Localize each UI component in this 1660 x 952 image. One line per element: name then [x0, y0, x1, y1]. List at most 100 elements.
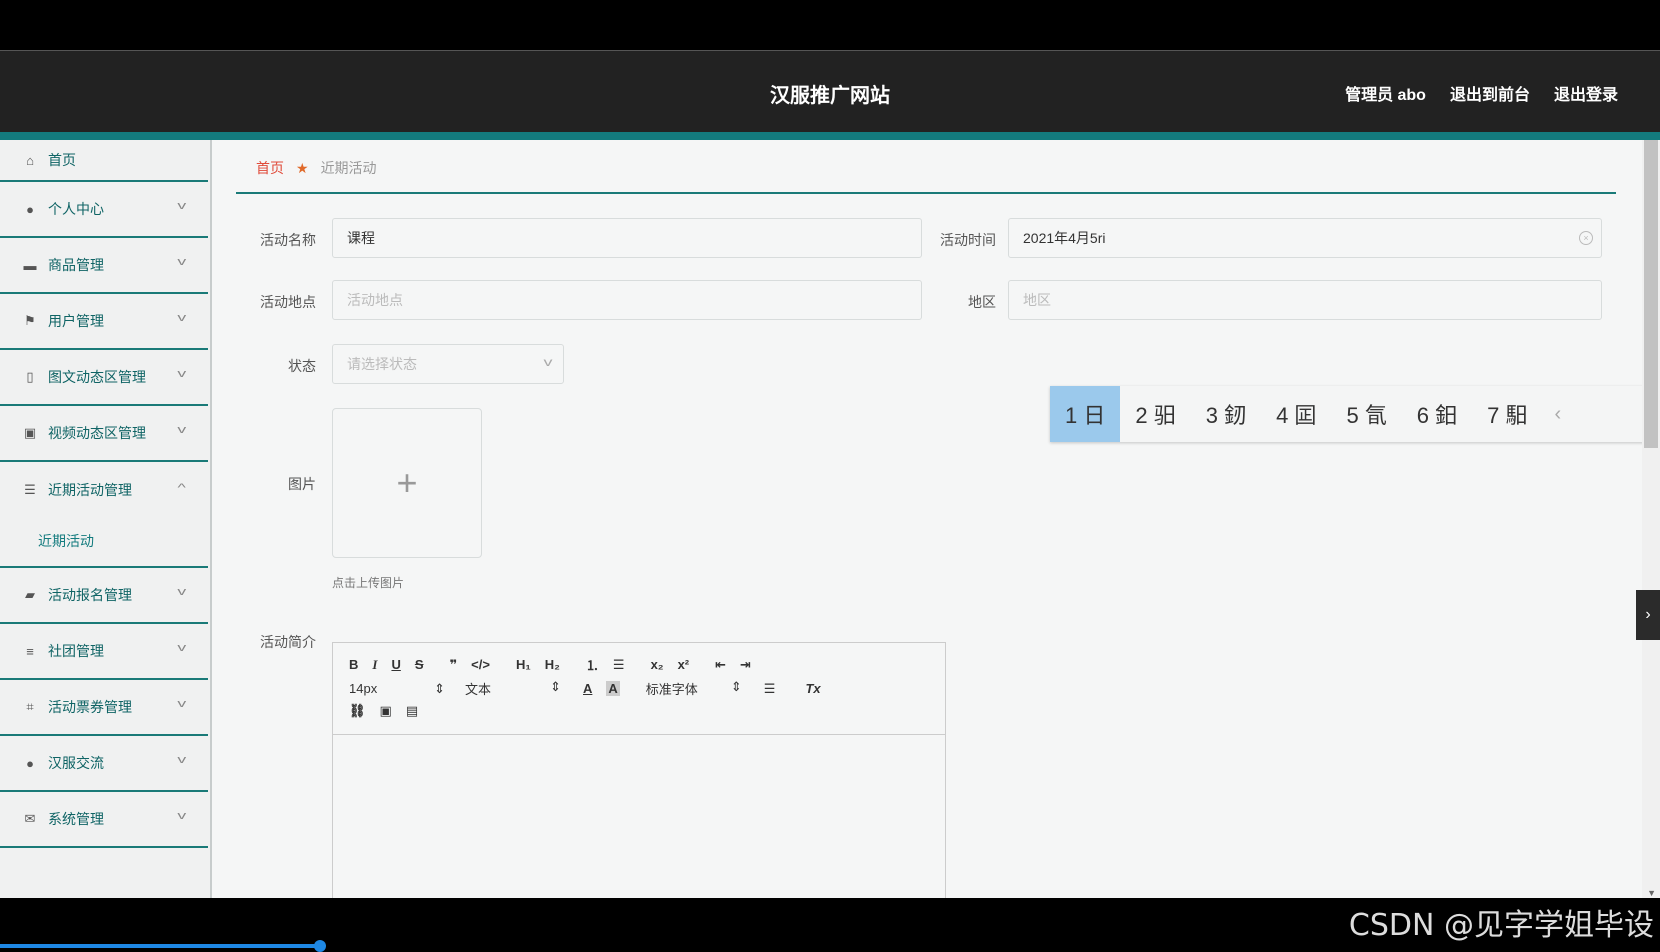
sidebar-item-label: 活动报名管理 — [48, 587, 132, 603]
rich-text-editor: B I U S ❞ </> H₁ H₂ ⒈ ☰ x₂ x² ⇤ ⇥ 14px ⇕… — [332, 642, 946, 898]
sidebar-item-label: 图文动态区管理 — [48, 369, 146, 385]
image-icon: ▯ — [26, 369, 34, 384]
page-scrollbar[interactable]: ▼ — [1642, 140, 1660, 898]
breadcrumb-current: 近期活动 — [320, 160, 377, 176]
chevron-down-icon: v — [176, 810, 186, 822]
activity-place-input[interactable]: 活动地点 — [332, 280, 922, 320]
accent-strip — [0, 132, 1660, 140]
italic-icon[interactable]: I — [372, 657, 377, 673]
toolbar-row-1: B I U S ❞ </> H₁ H₂ ⒈ ☰ x₂ x² ⇤ ⇥ — [349, 655, 765, 674]
logout-link[interactable]: 退出登录 — [1554, 81, 1618, 105]
scroll-down-icon[interactable]: ▼ — [1647, 888, 1656, 898]
plus-icon: + — [396, 462, 418, 503]
align-icon[interactable]: ☰ — [764, 681, 776, 697]
sidebar-item-goods[interactable]: ▬ 商品管理 v — [0, 238, 208, 294]
video-progress-bar[interactable] — [0, 944, 320, 948]
ime-candidate[interactable]: 5 氜 — [1331, 386, 1401, 442]
upload-tip: 点击上传图片 — [332, 576, 405, 590]
ime-candidate[interactable]: 3 釰 — [1191, 386, 1261, 442]
subscript-icon[interactable]: x₂ — [651, 657, 664, 672]
breadcrumb-home[interactable]: 首页 — [256, 158, 284, 178]
sidebar-item-activities[interactable]: ☰ 近期活动管理 ^ — [0, 462, 208, 518]
sidebar-item-image-posts[interactable]: ▯ 图文动态区管理 v — [0, 350, 208, 406]
status-select[interactable]: 请选择状态 v — [332, 344, 564, 384]
activity-time-input[interactable]: 2021年4月5ri × — [1008, 218, 1602, 258]
star-icon: ★ — [296, 159, 309, 176]
top-header: 汉服推广网站 管理员 abo 退出到前台 退出登录 — [0, 50, 1660, 132]
sidebar: ⌂ 首页 ● 个人中心 v ▬ 商品管理 v ⚑ 用户管理 v ▯ 图文动态区管… — [0, 140, 212, 898]
sidebar-item-label: 汉服交流 — [48, 755, 104, 771]
ime-candidate[interactable]: 1 日 — [1050, 386, 1121, 442]
sidebar-item-video-posts[interactable]: ▣ 视频动态区管理 v — [0, 406, 208, 462]
sidebar-item-label: 用户管理 — [48, 313, 104, 329]
sidebar-item-clubs[interactable]: ≡ 社团管理 v — [0, 624, 208, 680]
ime-candidate[interactable]: 7 馹 — [1472, 386, 1542, 442]
chevron-down-icon: v — [543, 355, 553, 369]
image-insert-icon[interactable]: ▣ — [380, 703, 392, 719]
screen-frame: 汉服推广网站 管理员 abo 退出到前台 退出登录 ⌂ 首页 ● 个人中心 v … — [0, 0, 1660, 952]
underline-icon[interactable]: U — [391, 657, 400, 672]
superscript-icon[interactable]: x² — [678, 657, 690, 672]
chevron-down-icon: v — [176, 312, 186, 324]
block-type-select[interactable]: 文本 ⇕ — [465, 679, 561, 698]
content-area: ⌂ 首页 ● 个人中心 v ▬ 商品管理 v ⚑ 用户管理 v ▯ 图文动态区管… — [0, 140, 1660, 898]
breadcrumb: 首页 ★ 近期活动 — [256, 158, 377, 178]
font-family-select[interactable]: 标准字体 ⇕ — [646, 679, 742, 698]
chat-icon: ▰ — [25, 587, 35, 602]
sidebar-item-label: 近期活动管理 — [48, 482, 132, 498]
sidebar-subitem-recent-activities[interactable]: 近期活动 — [0, 516, 208, 568]
font-color-icon[interactable]: A — [583, 681, 592, 696]
ordered-list-icon[interactable]: ⒈ — [586, 655, 599, 674]
bold-icon[interactable]: B — [349, 657, 358, 672]
h2-icon[interactable]: H₂ — [545, 657, 560, 672]
clear-icon[interactable]: × — [1579, 231, 1593, 245]
activity-name-input[interactable]: 课程 — [332, 218, 922, 258]
scrollbar-thumb[interactable] — [1644, 140, 1658, 448]
video-insert-icon[interactable]: ▤ — [406, 703, 418, 719]
ime-candidate[interactable]: 6 鈤 — [1402, 386, 1472, 442]
toolbar-row-3: ⛓ ▣ ▤ — [349, 703, 432, 719]
quote-icon[interactable]: ❞ — [450, 657, 458, 673]
h1-icon[interactable]: H₁ — [516, 657, 531, 672]
admin-user-label[interactable]: 管理员 abo — [1345, 81, 1426, 105]
main-panel: 首页 ★ 近期活动 活动名称 课程 活动时间 2021年4月5ri × 活动地点… — [236, 140, 1616, 898]
ime-candidate[interactable]: 2 驲 — [1120, 386, 1190, 442]
ime-candidate[interactable]: 4 囸 — [1261, 386, 1331, 442]
outdent-icon[interactable]: ⇤ — [715, 657, 726, 673]
sidebar-item-system[interactable]: ✉ 系统管理 v — [0, 792, 208, 848]
image-label: 图片 — [288, 476, 316, 492]
sidebar-item-personal-center[interactable]: ● 个人中心 v — [0, 182, 208, 238]
sidebar-item-label: 个人中心 — [48, 201, 104, 217]
sidebar-item-tickets[interactable]: ⌗ 活动票券管理 v — [0, 680, 208, 736]
header-links: 管理员 abo 退出到前台 退出登录 — [1345, 81, 1618, 105]
link-icon[interactable]: ⛓ — [349, 703, 366, 719]
strike-icon[interactable]: S — [415, 657, 424, 672]
background-color-icon[interactable]: A — [606, 681, 620, 696]
clear-format-icon[interactable]: Tx — [805, 681, 820, 696]
sidebar-item-registrations[interactable]: ▰ 活动报名管理 v — [0, 568, 208, 624]
intro-label: 活动简介 — [260, 634, 316, 650]
chevron-right-icon[interactable]: › — [1636, 590, 1660, 640]
sidebar-item-hanfu-exchange[interactable]: ● 汉服交流 v — [0, 736, 208, 792]
chevron-down-icon: v — [176, 200, 186, 212]
crop-icon: ⌗ — [26, 699, 34, 714]
back-to-front-link[interactable]: 退出到前台 — [1450, 81, 1530, 105]
region-input[interactable]: 地区 — [1008, 280, 1602, 320]
sidebar-item-users[interactable]: ⚑ 用户管理 v — [0, 294, 208, 350]
indent-icon[interactable]: ⇥ — [740, 657, 751, 673]
status-label: 状态 — [288, 358, 316, 374]
video-icon: ▣ — [23, 425, 37, 440]
font-size-select[interactable]: 14px ⇕ — [349, 681, 445, 697]
sidebar-item-label: 首页 — [48, 152, 76, 168]
sidebar-item-label: 活动票券管理 — [48, 699, 132, 715]
toolbar-row-2: 14px ⇕ 文本 ⇕ A A 标准字体 ⇕ ☰ Tx — [349, 679, 835, 698]
activity-name-label: 活动名称 — [260, 232, 316, 248]
sidebar-item-home[interactable]: ⌂ 首页 — [0, 140, 208, 182]
chevron-left-icon[interactable]: ‹ — [1543, 403, 1574, 426]
code-icon[interactable]: </> — [471, 657, 490, 672]
bullet-list-icon[interactable]: ☰ — [613, 657, 625, 673]
image-upload[interactable]: + — [332, 408, 482, 558]
progress-knob[interactable] — [314, 940, 326, 952]
chevron-down-icon: v — [176, 586, 186, 598]
chevron-down-icon: v — [176, 368, 186, 380]
